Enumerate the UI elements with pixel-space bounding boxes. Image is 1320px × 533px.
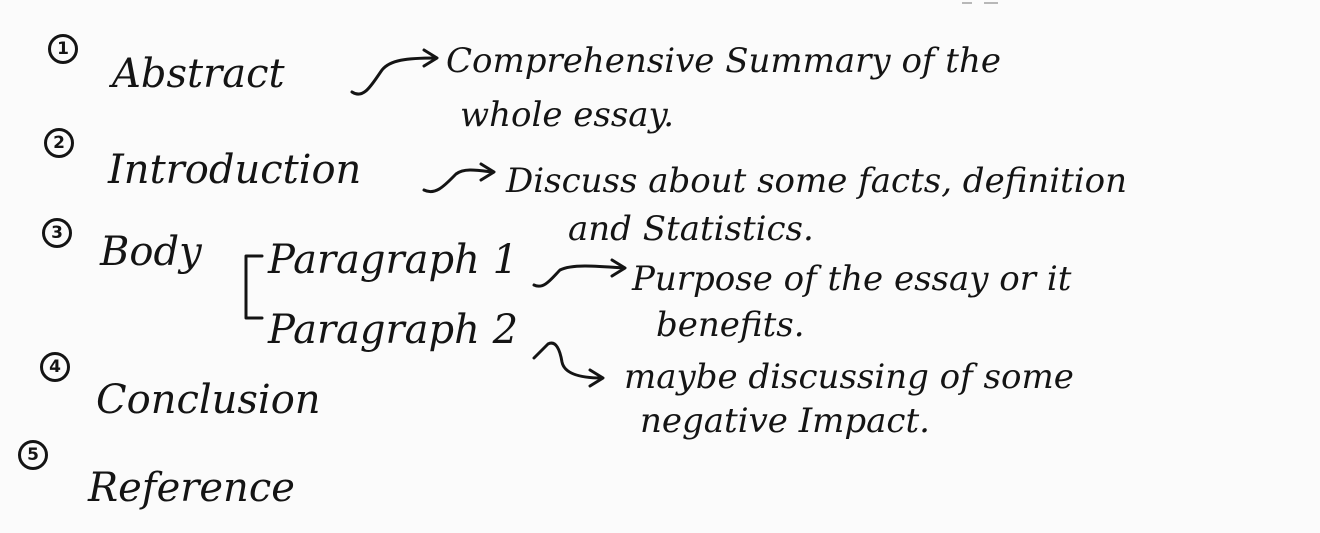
section-number-5: 5 <box>18 440 48 470</box>
section-title-introduction: Introduction <box>108 147 362 193</box>
abstract-arrow <box>350 56 438 96</box>
section-title-reference: Reference <box>88 465 295 511</box>
paragraph-1-arrow <box>532 264 626 288</box>
section-number-4: 4 <box>40 352 70 382</box>
body-paragraph-1-label: Paragraph 1 <box>268 237 519 283</box>
handwritten-essay-structure-diagram: 1 2 3 4 5 Abstract Introduction Body Con… <box>0 0 1320 533</box>
paragraph-2-note-line-1: maybe discussing of some <box>624 357 1074 397</box>
introduction-note-line-1: Discuss about some facts, definition <box>506 161 1128 201</box>
abstract-note-line-1: Comprehensive Summary of the <box>446 41 1001 81</box>
paragraph-1-note-line-1: Purpose of the essay or it <box>632 259 1072 299</box>
section-number-3: 3 <box>42 218 72 248</box>
body-paragraph-2-label: Paragraph 2 <box>268 307 519 353</box>
paragraph-2-note-line-2: negative Impact. <box>640 401 930 441</box>
section-number-2: 2 <box>44 128 74 158</box>
paragraph-1-note-line-2: benefits. <box>656 305 805 345</box>
abstract-note-line-2: whole essay. <box>460 95 675 135</box>
section-title-abstract: Abstract <box>112 51 285 97</box>
introduction-note-line-2: and Statistics. <box>568 209 814 249</box>
body-bracket <box>244 254 264 320</box>
section-title-body: Body <box>100 229 202 275</box>
section-title-conclusion: Conclusion <box>96 377 321 423</box>
section-number-1: 1 <box>48 34 78 64</box>
